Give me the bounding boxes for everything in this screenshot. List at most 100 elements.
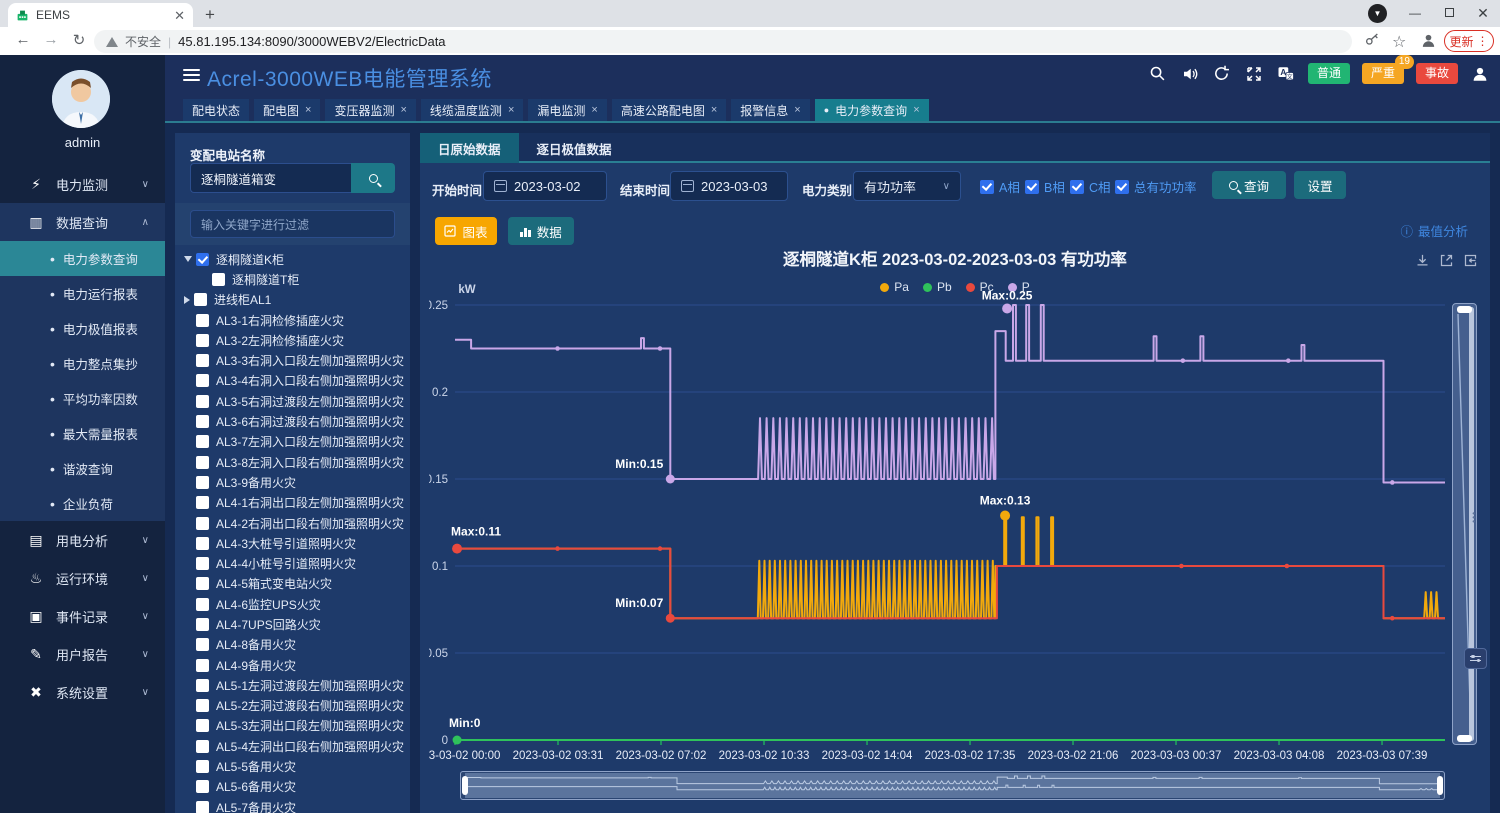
tree-node[interactable]: 进线柜AL1 <box>175 290 410 310</box>
tree-node[interactable]: AL4-7UPS回路火灾 <box>175 614 410 634</box>
user-icon[interactable] <box>1470 64 1490 84</box>
tree-checkbox[interactable] <box>196 740 209 753</box>
browser-avatar-icon[interactable] <box>1420 32 1437 49</box>
tab-close-icon[interactable]: × <box>711 104 717 116</box>
search-icon[interactable] <box>1148 64 1168 84</box>
chart-canvas[interactable]: 0.250.20.150.10.050kW2023-03-02 00:00202… <box>429 280 1454 768</box>
tree-checkbox[interactable] <box>196 334 209 347</box>
tree-node[interactable]: AL5-5备用火灾 <box>175 756 410 776</box>
tree-checkbox[interactable] <box>196 659 209 672</box>
tree-node[interactable]: AL3-9备用火灾 <box>175 472 410 492</box>
speaker-icon[interactable] <box>1180 64 1200 84</box>
checkbox[interactable] <box>1025 180 1039 194</box>
tree-node[interactable]: AL4-6监控UPS火灾 <box>175 594 410 614</box>
sidebar-item[interactable]: ▥数据查询∧ <box>0 203 165 241</box>
browser-profile-icon[interactable]: ▼ <box>1368 4 1387 23</box>
sidebar-subitem[interactable]: •谐波查询 <box>0 451 165 486</box>
tree-checkbox[interactable] <box>196 557 209 570</box>
window-tab[interactable]: 配电图× <box>254 99 320 121</box>
fullscreen-icon[interactable] <box>1244 64 1264 84</box>
tree-node[interactable]: AL4-2右洞出口段右侧加强照明火灾 <box>175 513 410 533</box>
tree-node[interactable]: AL3-5右洞过渡段左侧加强照明火灾 <box>175 391 410 411</box>
tab-close-icon[interactable]: × <box>591 104 597 116</box>
sidebar-subitem[interactable]: •电力运行报表 <box>0 276 165 311</box>
tree-expand-icon[interactable] <box>184 296 190 304</box>
tree-checkbox[interactable] <box>196 801 209 813</box>
tree-node[interactable]: AL4-4小桩号引道照明火灾 <box>175 553 410 573</box>
tree-node[interactable]: 逐桐隧道T柜 <box>175 269 410 289</box>
refresh-icon[interactable] <box>1212 64 1232 84</box>
checkbox[interactable] <box>1115 180 1129 194</box>
vertical-datazoom-grip[interactable]: ••• <box>1472 512 1475 524</box>
tree-node[interactable]: AL3-4右洞入口段右侧加强照明火灾 <box>175 371 410 391</box>
tree-checkbox[interactable] <box>196 435 209 448</box>
end-date-input[interactable]: 2023-03-03 <box>670 171 788 201</box>
vertical-datazoom-bottom-handle[interactable] <box>1457 735 1472 742</box>
translate-icon[interactable]: A文 <box>1276 64 1296 84</box>
tree-node[interactable]: AL5-2左洞过渡段右侧加强照明火灾 <box>175 696 410 716</box>
tab-close-icon[interactable]: × <box>794 104 800 116</box>
tab-close-icon[interactable]: × <box>305 104 311 116</box>
tab-close-icon[interactable]: ✕ <box>174 9 185 22</box>
sidebar-subitem[interactable]: •电力参数查询 <box>0 241 165 276</box>
tree-node[interactable]: 逐桐隧道K柜 <box>175 249 410 269</box>
sidebar-subitem[interactable]: •电力整点集抄 <box>0 346 165 381</box>
data-view-button[interactable]: 数据 <box>508 217 574 245</box>
station-search-input[interactable]: 逐桐隧道箱变 <box>190 163 351 193</box>
tree-checkbox[interactable] <box>196 374 209 387</box>
tree-checkbox[interactable] <box>196 415 209 428</box>
sidebar-item[interactable]: ▣事件记录∨ <box>0 597 165 635</box>
tree-checkbox[interactable] <box>196 517 209 530</box>
restore-icon[interactable] <box>1439 253 1454 268</box>
data-subtab[interactable]: 逐日极值数据 <box>519 133 630 163</box>
sidebar-item[interactable]: ✖系统设置∨ <box>0 673 165 711</box>
sidebar-item[interactable]: ♨运行环境∨ <box>0 559 165 597</box>
alarm-badge-accident[interactable]: 事故 <box>1416 63 1458 84</box>
power-type-select[interactable]: 有功功率 ∨ <box>853 171 961 201</box>
tree-node[interactable]: AL3-6右洞过渡段右侧加强照明火灾 <box>175 411 410 431</box>
query-button[interactable]: 查询 <box>1212 171 1286 199</box>
tree-checkbox[interactable] <box>196 638 209 651</box>
window-tab[interactable]: 变压器监测× <box>325 99 415 121</box>
sidebar-subitem[interactable]: •最大需量报表 <box>0 416 165 451</box>
checkbox[interactable] <box>980 180 994 194</box>
window-tab[interactable]: ●电力参数查询× <box>815 99 929 121</box>
tree-node[interactable]: AL3-7左洞入口段左侧加强照明火灾 <box>175 432 410 452</box>
phase-checkbox-B相[interactable]: B相 <box>1025 177 1065 196</box>
password-key-icon[interactable] <box>1364 32 1380 48</box>
kebab-menu-icon[interactable]: ⋮ <box>1477 34 1489 48</box>
tree-checkbox[interactable] <box>196 719 209 732</box>
vertical-datazoom[interactable]: ••• <box>1452 303 1477 745</box>
alarm-badge-severe[interactable]: 严重19 <box>1362 63 1404 84</box>
address-bar[interactable]: 不安全 | 45.81.195.134:8090/3000WEBV2/Elect… <box>94 30 1352 53</box>
window-minimize-button[interactable]: — <box>1398 0 1432 26</box>
phase-checkbox-A相[interactable]: A相 <box>980 177 1020 196</box>
window-tab[interactable]: 报警信息× <box>731 99 809 121</box>
tree-node[interactable]: AL5-1左洞过渡段左侧加强照明火灾 <box>175 675 410 695</box>
window-tab[interactable]: 配电状态 <box>183 99 249 121</box>
tree-node[interactable]: AL3-2左洞检修插座火灾 <box>175 330 410 350</box>
tree-checkbox[interactable] <box>196 476 209 489</box>
tree-checkbox[interactable] <box>196 537 209 550</box>
tree-checkbox[interactable] <box>196 253 209 266</box>
tree-node[interactable]: AL3-1右洞检修插座火灾 <box>175 310 410 330</box>
reload-icon[interactable]: ↻ <box>68 31 90 49</box>
tree-checkbox[interactable] <box>196 780 209 793</box>
window-tab[interactable]: 漏电监测× <box>528 99 606 121</box>
phase-checkbox-总有功功率[interactable]: 总有功功率 <box>1115 177 1197 196</box>
datazoom-left-handle[interactable] <box>462 776 468 795</box>
extremes-analysis-link[interactable]: ⓘ 最值分析 <box>1400 221 1468 240</box>
checkbox[interactable] <box>1070 180 1084 194</box>
sidebar-item[interactable]: ⚡电力监测∨ <box>0 165 165 203</box>
tree-checkbox[interactable] <box>196 577 209 590</box>
tree-checkbox[interactable] <box>196 456 209 469</box>
tree-checkbox[interactable] <box>196 618 209 631</box>
tree-node[interactable]: AL3-8左洞入口段右侧加强照明火灾 <box>175 452 410 472</box>
zoom-settings-button[interactable] <box>1464 648 1487 669</box>
tree-node[interactable]: AL4-3大桩号引道照明火灾 <box>175 533 410 553</box>
sidebar-item[interactable]: ▤用电分析∨ <box>0 521 165 559</box>
settings-button[interactable]: 设置 <box>1294 171 1346 199</box>
tree-node[interactable]: AL5-4左洞出口段右侧加强照明火灾 <box>175 736 410 756</box>
window-tab[interactable]: 线缆温度监测× <box>421 99 523 121</box>
phase-checkbox-C相[interactable]: C相 <box>1070 177 1111 196</box>
